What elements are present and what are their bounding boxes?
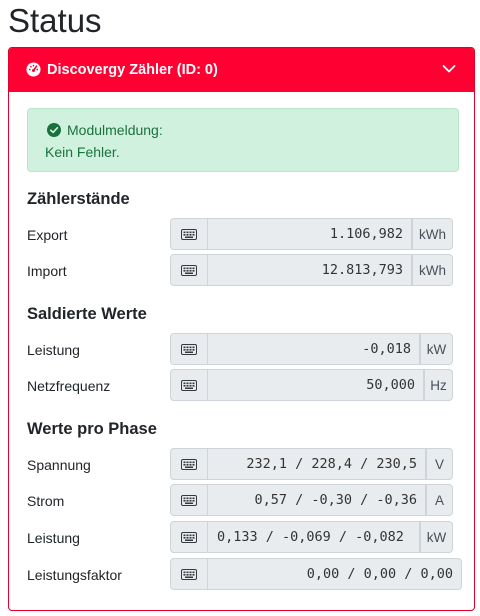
row-label-strom: Strom	[27, 493, 65, 509]
netzfrequenz-input-group: 50,000 Hz	[170, 369, 453, 401]
keyboard-icon	[170, 369, 208, 401]
netzfrequenz-value-field: 50,000	[208, 369, 424, 401]
import-unit: kWh	[412, 254, 453, 286]
export-value-field: 1.106,982	[208, 218, 412, 250]
chevron-down-icon[interactable]	[442, 64, 456, 74]
keyboard-icon	[170, 484, 208, 516]
keyboard-icon	[170, 218, 208, 250]
meter-card: Discovergy Zähler (ID: 0) Modulmeldung: …	[8, 47, 475, 611]
row-label-netzfrequenz: Netzfrequenz	[27, 378, 111, 394]
alert-text: Kein Fehler.	[45, 144, 120, 160]
keyboard-icon	[170, 448, 208, 480]
row-label-leistung-phase: Leistung	[27, 530, 80, 546]
import-input-group: 12.813,793 kWh	[170, 254, 453, 286]
check-circle-icon	[47, 123, 61, 137]
module-message-alert: Modulmeldung: Kein Fehler.	[27, 108, 459, 172]
strom-unit: A	[426, 484, 453, 516]
leistung-value-field: -0,018	[208, 333, 420, 365]
keyboard-icon	[170, 333, 208, 365]
leistung-phase-value-field: 0,133 / -0,069 / -0,082	[208, 521, 420, 553]
leistung-phase-input-group: 0,133 / -0,069 / -0,082 kW	[170, 521, 453, 553]
import-value-field: 12.813,793	[208, 254, 412, 286]
row-label-leistung: Leistung	[27, 342, 80, 358]
leistungsfaktor-value-field: 0,00 / 0,00 / 0,00	[208, 558, 462, 590]
row-label-export: Export	[27, 227, 68, 243]
keyboard-icon	[170, 521, 208, 553]
tachometer-icon	[26, 62, 41, 77]
section-title-zaehlerstaende: Zählerstände	[27, 190, 130, 208]
export-input-group: 1.106,982 kWh	[170, 218, 453, 250]
leistung-input-group: -0,018 kW	[170, 333, 453, 365]
strom-input-group: 0,57 / -0,30 / -0,36 A	[170, 484, 453, 516]
section-title-phase: Werte pro Phase	[27, 420, 157, 438]
export-unit: kWh	[412, 218, 453, 250]
card-header[interactable]: Discovergy Zähler (ID: 0)	[9, 48, 474, 92]
leistung-unit: kW	[420, 333, 453, 365]
strom-value-field: 0,57 / -0,30 / -0,36	[208, 484, 426, 516]
section-title-saldierte: Saldierte Werte	[27, 305, 147, 323]
row-label-import: Import	[27, 263, 67, 279]
card-title: Discovergy Zähler (ID: 0)	[47, 62, 218, 78]
alert-title: Modulmeldung:	[67, 122, 163, 138]
keyboard-icon	[170, 558, 208, 590]
keyboard-icon	[170, 254, 208, 286]
spannung-value-field: 232,1 / 228,4 / 230,5	[208, 448, 426, 480]
spannung-unit: V	[426, 448, 453, 480]
page-title: Status	[8, 2, 102, 39]
spannung-input-group: 232,1 / 228,4 / 230,5 V	[170, 448, 453, 480]
leistungsfaktor-input-group: 0,00 / 0,00 / 0,00	[170, 558, 462, 590]
netzfrequenz-unit: Hz	[424, 369, 453, 401]
row-label-spannung: Spannung	[27, 457, 91, 473]
row-label-leistungsfaktor: Leistungsfaktor	[27, 567, 122, 583]
leistung-phase-unit: kW	[420, 521, 453, 553]
